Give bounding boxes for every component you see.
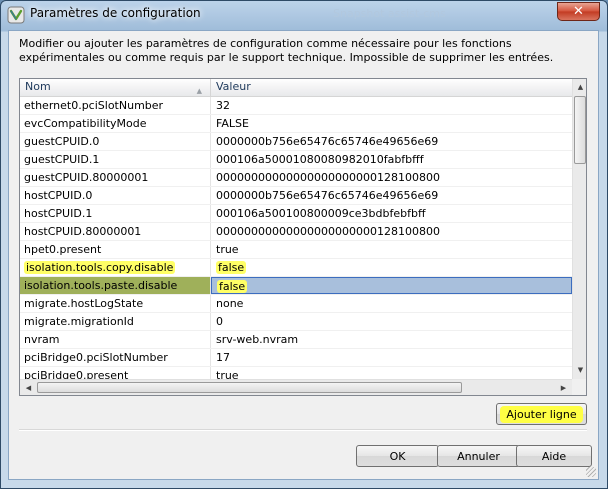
row-name[interactable]: isolation.tools.copy.disable [20, 259, 211, 276]
row-value[interactable]: false [211, 259, 572, 276]
row-value[interactable]: 0 [211, 313, 572, 330]
row-name[interactable]: migrate.hostLogState [20, 295, 211, 312]
table-row-highlighted[interactable]: isolation.tools.copy.disable false [20, 259, 572, 277]
column-header-value-label: Valeur [216, 80, 251, 93]
title-bar[interactable]: Paramètres de configuration Snapshot ass… [1, 1, 607, 29]
column-header-name-label: Nom [25, 80, 51, 93]
row-name[interactable]: ethernet0.pciSlotNumber [20, 97, 211, 114]
row-name[interactable]: guestCPUID.1 [20, 151, 211, 168]
table-row[interactable]: hostCPUID.1 000106a500100800009ce3bdbfebf… [20, 205, 572, 223]
resize-grip[interactable] [586, 467, 596, 477]
description-text: Modifier ou ajouter les paramètres de co… [19, 37, 554, 64]
scroll-up-icon[interactable]: ▲ [574, 80, 586, 95]
horizontal-scrollbar[interactable]: ◀ ▶ [20, 379, 572, 395]
row-value[interactable]: 0000000b756e65476c65746e49656e69 [211, 187, 572, 204]
row-value[interactable]: 17 [211, 349, 572, 366]
row-name[interactable]: guestCPUID.80000001 [20, 169, 211, 186]
close-icon: ✕ [573, 4, 584, 19]
highlight-marker: false [216, 261, 247, 274]
vertical-scrollbar[interactable]: ▲ ▼ [572, 79, 586, 379]
table-row[interactable]: guestCPUID.0 0000000b756e65476c65746e4965… [20, 133, 572, 151]
separator [19, 429, 587, 431]
row-value[interactable]: 00000000000000000000000128100800 [211, 223, 572, 240]
ok-button-label: OK [389, 449, 406, 463]
row-name[interactable]: hostCPUID.0 [20, 187, 211, 204]
table-row[interactable]: migrate.migrationId 0 [20, 313, 572, 331]
highlight-marker: isolation.tools.copy.disable [24, 261, 176, 274]
table-row[interactable]: pciBridge0.pciSlotNumber 17 [20, 349, 572, 367]
table-row[interactable]: hostCPUID.0 0000000b756e65476c65746e49656… [20, 187, 572, 205]
scrollbar-corner [572, 379, 586, 395]
row-value[interactable]: true [211, 241, 572, 258]
table-row[interactable]: evcCompatibilityMode FALSE [20, 115, 572, 133]
row-name[interactable]: pciBridge0.pciSlotNumber [20, 349, 211, 366]
help-button[interactable]: Aide [516, 445, 592, 467]
row-name[interactable]: hpet0.present [20, 241, 211, 258]
table-row[interactable]: guestCPUID.1 000106a50001080080982010fabf… [20, 151, 572, 169]
row-name[interactable]: evcCompatibilityMode [20, 115, 211, 132]
column-header-name[interactable]: Nom ▲ [20, 79, 211, 96]
add-line-button-label: Ajouter ligne [500, 405, 583, 423]
add-line-button[interactable]: Ajouter ligne [496, 403, 587, 425]
vsphere-app-icon [7, 6, 25, 24]
row-value[interactable]: 0000000b756e65476c65746e49656e69 [211, 133, 572, 150]
ok-button[interactable]: OK [356, 445, 439, 467]
cancel-button[interactable]: Annuler [437, 445, 520, 467]
dialog-client-area: Modifier ou ajouter les paramètres de co… [8, 30, 599, 480]
row-name[interactable]: isolation.tools.paste.disable [20, 277, 211, 294]
table-row[interactable]: guestCPUID.80000001 000000000000000000000… [20, 169, 572, 187]
scroll-down-icon[interactable]: ▼ [574, 363, 586, 378]
row-value[interactable]: 32 [211, 97, 572, 114]
horizontal-scroll-thumb[interactable] [37, 382, 462, 393]
table-row-selected[interactable]: isolation.tools.paste.disable false [20, 277, 572, 295]
table-row[interactable]: migrate.hostLogState none [20, 295, 572, 313]
help-button-label: Aide [541, 449, 567, 463]
row-value[interactable]: FALSE [211, 115, 572, 132]
window-title: Paramètres de configuration [30, 6, 201, 20]
config-parameters-grid: Nom ▲ Valeur ethernet0.pciSlotNumber 32 e… [19, 78, 587, 396]
table-row[interactable]: hostCPUID.80000001 0000000000000000000000… [20, 223, 572, 241]
row-value[interactable]: 000106a500100800009ce3bdbfebfbff [211, 205, 572, 222]
background-window-title: Snapshot assist-cms [333, 7, 446, 20]
row-name[interactable]: guestCPUID.0 [20, 133, 211, 150]
row-name[interactable]: migrate.migrationId [20, 313, 211, 330]
highlight-marker: false [217, 280, 248, 293]
row-value[interactable]: none [211, 295, 572, 312]
row-value-editor[interactable]: false [211, 277, 572, 294]
table-row[interactable]: nvram srv-web.nvram [20, 331, 572, 349]
close-button[interactable]: ✕ [557, 2, 600, 21]
scroll-left-icon[interactable]: ◀ [21, 380, 36, 395]
row-value[interactable]: 000106a50001080080982010fabfbfff [211, 151, 572, 168]
row-name[interactable]: hostCPUID.80000001 [20, 223, 211, 240]
row-name[interactable]: hostCPUID.1 [20, 205, 211, 222]
grid-header: Nom ▲ Valeur [20, 79, 572, 97]
table-row[interactable]: hpet0.present true [20, 241, 572, 259]
vertical-scroll-thumb[interactable] [574, 96, 586, 164]
grid-rows: ethernet0.pciSlotNumber 32 evcCompatibili… [20, 97, 572, 385]
row-name[interactable]: nvram [20, 331, 211, 348]
table-row[interactable]: ethernet0.pciSlotNumber 32 [20, 97, 572, 115]
scroll-right-icon[interactable]: ▶ [556, 380, 571, 395]
row-value[interactable]: 00000000000000000000000128100800 [211, 169, 572, 186]
row-value[interactable]: srv-web.nvram [211, 331, 572, 348]
dialog-window: Paramètres de configuration Snapshot ass… [0, 0, 608, 489]
column-header-value[interactable]: Valeur [211, 79, 251, 96]
cancel-button-label: Annuler [457, 449, 500, 463]
